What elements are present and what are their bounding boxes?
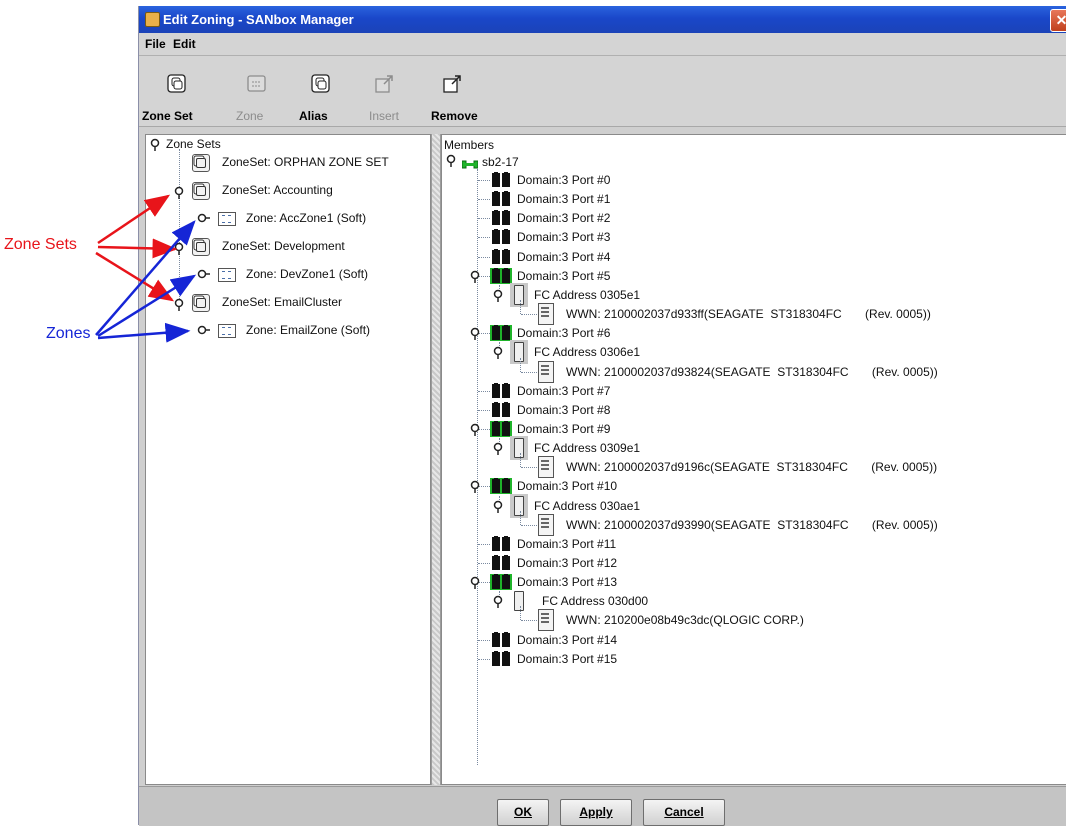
zone-sets-annotation: Zone Sets: [4, 236, 77, 253]
zone-sets-arrows: [95, 194, 178, 302]
zones-annotation: Zones: [46, 325, 91, 342]
zones-arrows: [95, 220, 197, 343]
annotation-arrows: [95, 194, 197, 343]
